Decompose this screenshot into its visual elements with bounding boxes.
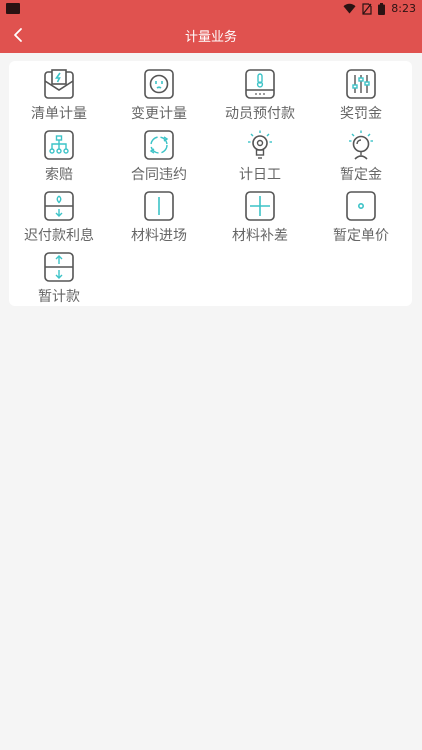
menu-card: 清单计量 变更计量 动员预付款 奖罚金 索赔 合同违约 计日工 暂定金 迟付款利…: [9, 61, 412, 306]
menu-item-provisional-sum[interactable]: 暂定金: [311, 126, 411, 186]
menu-item-label: 变更计量: [131, 106, 187, 122]
menu-item-label: 迟付款利息: [24, 228, 94, 244]
contract-breach-icon: [144, 130, 174, 160]
menu-item-label: 动员预付款: [225, 106, 295, 122]
menu-item-mobilization-prepayment[interactable]: 动员预付款: [210, 65, 310, 125]
late-payment-interest-icon: [44, 191, 74, 221]
status-icons: 8:23: [343, 2, 416, 15]
menu-item-label: 清单计量: [31, 106, 87, 122]
menu-item-contract-breach[interactable]: 合同违约: [109, 126, 209, 186]
change-quantity-icon: [144, 69, 174, 99]
menu-item-label: 计日工: [239, 167, 281, 183]
provisional-sum-icon: [346, 130, 376, 160]
provisional-unit-price-icon: [346, 191, 376, 221]
status-time: 8:23: [391, 2, 416, 15]
app-bar: 计量业务: [0, 17, 422, 53]
menu-item-label: 暂定金: [340, 167, 382, 183]
menu-item-label: 合同违约: [131, 167, 187, 183]
battery-icon: [378, 2, 386, 15]
claim-icon: [44, 130, 74, 160]
mobilization-prepayment-icon: [245, 69, 275, 99]
menu-item-provisional-unit-price[interactable]: 暂定单价: [311, 187, 411, 247]
menu-item-material-difference[interactable]: 材料补差: [210, 187, 310, 247]
menu-item-change-quantity[interactable]: 变更计量: [109, 65, 209, 125]
menu-item-provisional-payment[interactable]: 暂计款: [9, 248, 109, 308]
menu-item-claim[interactable]: 索赔: [9, 126, 109, 186]
provisional-payment-icon: [44, 252, 74, 282]
reward-penalty-icon: [346, 69, 376, 99]
no-sim-icon: [362, 2, 372, 15]
menu-item-daywork[interactable]: 计日工: [210, 126, 310, 186]
menu-item-label: 材料补差: [232, 228, 288, 244]
menu-item-reward-penalty[interactable]: 奖罚金: [311, 65, 411, 125]
menu-item-label: 奖罚金: [340, 106, 382, 122]
menu-item-label: 材料进场: [131, 228, 187, 244]
menu-item-label: 索赔: [45, 167, 73, 183]
menu-item-bill-quantity[interactable]: 清单计量: [9, 65, 109, 125]
status-bar: 8:23: [0, 0, 422, 17]
menu-item-material-entry[interactable]: 材料进场: [109, 187, 209, 247]
page-title: 计量业务: [184, 29, 237, 45]
chevron-left-icon: [14, 28, 22, 42]
bill-quantity-icon: [44, 69, 74, 99]
daywork-icon: [245, 130, 275, 160]
notification-icon: [6, 3, 20, 14]
menu-item-label: 暂计款: [38, 289, 80, 305]
material-difference-icon: [245, 191, 275, 221]
menu-item-late-payment-interest[interactable]: 迟付款利息: [9, 187, 109, 247]
menu-item-label: 暂定单价: [333, 228, 389, 244]
back-button[interactable]: [4, 21, 32, 49]
wifi-icon: [343, 3, 356, 14]
material-entry-icon: [144, 191, 174, 221]
